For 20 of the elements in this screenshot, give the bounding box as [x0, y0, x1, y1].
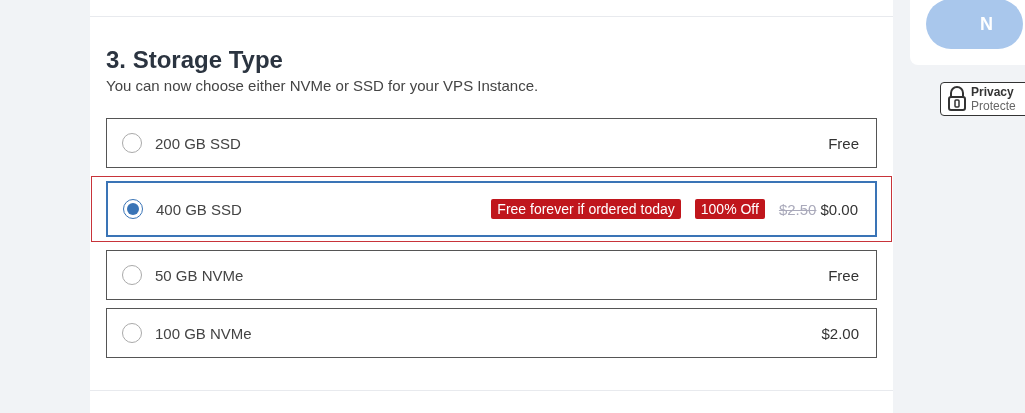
storage-option[interactable]: 200 GB SSD Free: [106, 118, 877, 168]
storage-option[interactable]: 50 GB NVMe Free: [106, 250, 877, 300]
old-price: $2.50: [778, 200, 817, 218]
option-label: 400 GB SSD: [156, 200, 242, 218]
privacy-subtitle: Protecte: [971, 99, 1016, 113]
section-title: 3. Storage Type: [106, 46, 284, 74]
option-price: $0.00: [820, 200, 858, 218]
option-label: 50 GB NVMe: [155, 266, 244, 284]
option-price: $2.00: [821, 324, 859, 342]
storage-option[interactable]: 400 GB SSD Free forever if ordered today 100% Off $2.50 $0.00: [106, 181, 877, 237]
lock-icon: [947, 86, 967, 112]
section-subtitle: You can now choose either NVMe or SSD for your VPS Instance.: [106, 77, 540, 94]
option-price: Free: [828, 266, 859, 284]
promo-badge: Free forever if ordered today: [491, 199, 681, 219]
promo-badge: 100% Off: [694, 199, 765, 219]
privacy-title: Privacy: [971, 85, 1015, 99]
option-label: 200 GB SSD: [155, 134, 241, 152]
storage-option[interactable]: 100 GB NVMe $2.00: [106, 308, 877, 358]
option-label: 100 GB NVMe: [155, 324, 252, 342]
option-price: Free: [828, 134, 859, 152]
